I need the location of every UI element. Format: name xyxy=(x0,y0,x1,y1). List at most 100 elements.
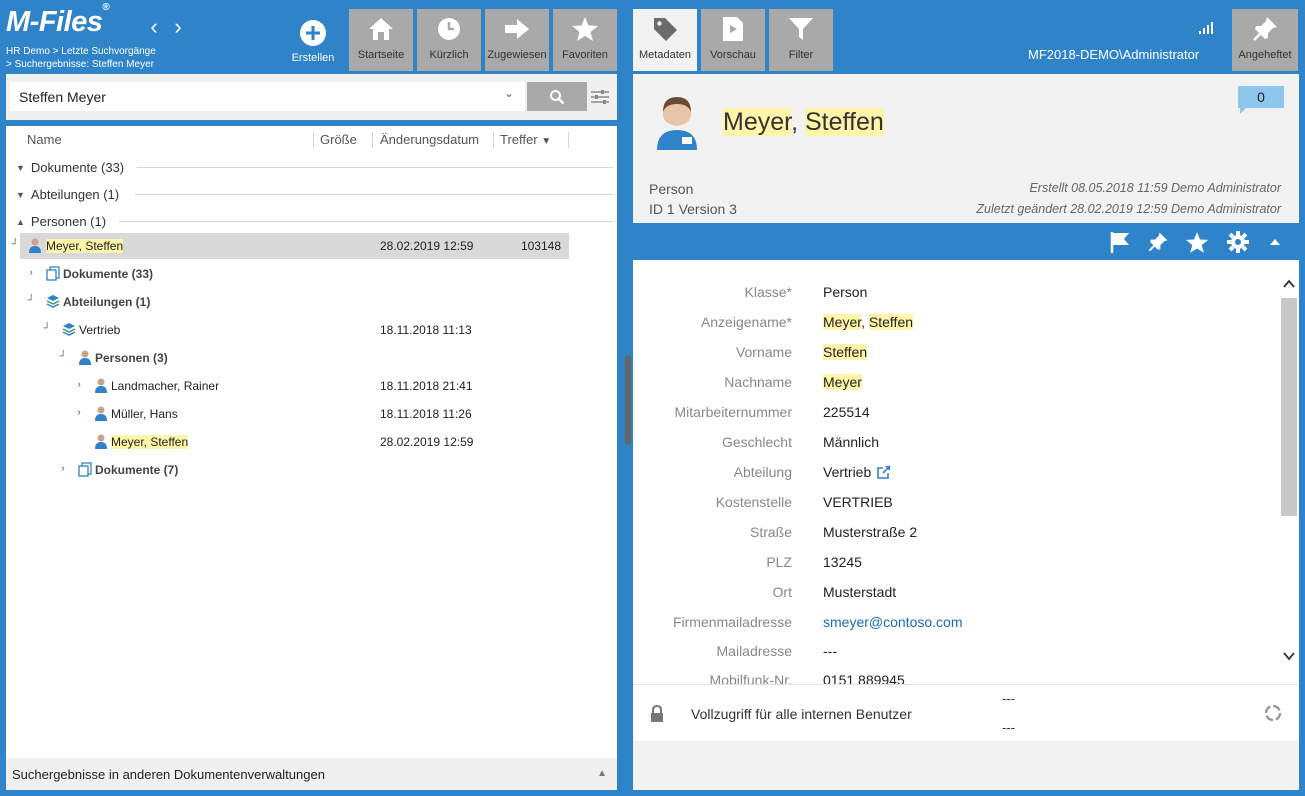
property-zip[interactable]: PLZ 13245 xyxy=(633,547,1273,577)
property-value[interactable]: VERTRIEB xyxy=(823,494,893,510)
expanded-triangle-icon: ▲ xyxy=(16,216,25,227)
list-item-departments[interactable]: ┘ Abteilungen (1) xyxy=(20,289,569,315)
list-item-documents-7[interactable]: › Dokumente (7) xyxy=(20,457,569,483)
current-user-label[interactable]: MF2018-DEMO\Administrator xyxy=(1028,47,1199,62)
property-value[interactable]: Musterstraße 2 xyxy=(823,524,917,540)
property-employee-number[interactable]: Mitarbeiternummer 225514 xyxy=(633,397,1273,427)
home-button[interactable]: Startseite xyxy=(349,9,413,71)
list-item-persons[interactable]: ┘ Personen (3) xyxy=(20,345,569,371)
column-header-modified[interactable]: Änderungsdatum xyxy=(380,132,479,147)
property-value[interactable]: Männlich xyxy=(823,434,879,450)
scroll-down-chevron-icon[interactable] xyxy=(1282,649,1296,663)
tree-expanded-icon[interactable]: ┘ xyxy=(58,351,68,362)
search-options-sliders-icon[interactable] xyxy=(588,84,612,109)
property-last-name[interactable]: Nachname Meyer xyxy=(633,367,1273,397)
scrollbar-thumb[interactable] xyxy=(1281,298,1297,516)
scroll-up-chevron-icon[interactable] xyxy=(1282,277,1296,291)
loading-spinner-icon[interactable] xyxy=(1263,703,1283,723)
search-input[interactable] xyxy=(10,82,525,111)
tree-collapsed-chevron-icon[interactable]: › xyxy=(26,267,36,278)
other-vaults-footer[interactable]: Suchergebnisse in anderen Dokumentenverw… xyxy=(6,758,617,790)
tree-expanded-icon[interactable]: ┘ xyxy=(26,295,36,306)
breadcrumb-line-2[interactable]: > Suchergebnisse: Steffen Meyer xyxy=(6,58,156,71)
property-value[interactable]: 0151 889945 xyxy=(823,672,905,684)
properties-scrollbar[interactable] xyxy=(1279,260,1299,684)
property-company-email[interactable]: Firmenmailadresse smeyer@contoso.com xyxy=(633,607,1273,637)
collapse-up-triangle-icon[interactable] xyxy=(1263,230,1287,254)
property-gender[interactable]: Geschlecht Männlich xyxy=(633,427,1273,457)
property-value[interactable]: 13245 xyxy=(823,554,862,570)
list-item-documents[interactable]: › Dokumente (33) xyxy=(20,261,569,287)
property-value[interactable]: 225514 xyxy=(823,404,870,420)
breadcrumb[interactable]: HR Demo > Letzte Suchvorgänge > Sucherge… xyxy=(6,45,156,71)
property-email[interactable]: Mailadresse --- xyxy=(633,636,1273,666)
tree-expanded-icon[interactable]: ┘ xyxy=(42,323,52,334)
favorite-star-icon[interactable] xyxy=(1185,230,1209,254)
property-value[interactable]: Meyer xyxy=(823,374,862,390)
list-item-vertrieb[interactable]: ┘ Vertrieb 18.11.2018 11:13 xyxy=(20,317,569,343)
list-item-meyer-steffen-nested[interactable]: Meyer, Steffen 28.02.2019 12:59 xyxy=(20,429,569,455)
property-value[interactable]: Steffen xyxy=(823,344,868,360)
create-button[interactable]: Erstellen xyxy=(288,14,338,64)
property-label: Firmenmailadresse xyxy=(672,614,792,630)
property-first-name[interactable]: Vorname Steffen xyxy=(633,337,1273,367)
breadcrumb-line-1[interactable]: HR Demo > Letzte Suchvorgänge xyxy=(6,45,156,58)
favorites-button[interactable]: Favoriten xyxy=(553,9,617,71)
property-value[interactable]: Vertrieb xyxy=(823,464,891,480)
property-display-name[interactable]: Anzeigename* Meyer, Steffen xyxy=(633,307,1273,337)
group-departments[interactable]: ▼ Abteilungen (1) xyxy=(16,187,119,202)
column-separator[interactable] xyxy=(313,132,314,148)
property-mobile[interactable]: Mobilfunk-Nr. 0151 889945 xyxy=(633,665,1273,684)
group-documents[interactable]: ▼ Dokumente (33) xyxy=(16,160,124,175)
tab-filter[interactable]: Filter xyxy=(769,9,833,71)
column-separator[interactable] xyxy=(568,132,569,148)
property-street[interactable]: Straße Musterstraße 2 xyxy=(633,517,1273,547)
property-department[interactable]: Abteilung Vertrieb xyxy=(633,457,1273,487)
column-header-name[interactable]: Name xyxy=(27,132,62,147)
forward-arrow-icon[interactable]: › xyxy=(170,16,186,38)
tree-collapsed-chevron-icon[interactable]: › xyxy=(74,407,84,418)
list-item-mueller-hans[interactable]: › Müller, Hans 18.11.2018 11:26 xyxy=(20,401,569,427)
splitter-grip[interactable] xyxy=(625,355,631,445)
search-button[interactable] xyxy=(527,82,587,111)
column-header-hits[interactable]: Treffer ▼ xyxy=(500,132,551,147)
list-item-meyer-steffen[interactable]: ┘ Meyer, Steffen 28.02.2019 12:59 103148 xyxy=(11,233,569,259)
property-cost-center[interactable]: Kostenstelle VERTRIEB xyxy=(633,487,1273,517)
column-separator[interactable] xyxy=(372,132,373,148)
home-icon xyxy=(369,18,393,40)
tree-collapsed-chevron-icon[interactable]: › xyxy=(58,463,68,474)
column-header-size[interactable]: Größe xyxy=(320,132,357,147)
comments-count-badge[interactable]: 0 xyxy=(1238,86,1284,114)
property-city[interactable]: Ort Musterstadt xyxy=(633,577,1273,607)
permissions-label[interactable]: Vollzugriff für alle internen Benutzer xyxy=(691,706,912,722)
property-label: Anzeigename* xyxy=(700,314,792,330)
tab-metadata[interactable]: Metadaten xyxy=(633,9,697,71)
property-value[interactable]: --- xyxy=(823,643,837,659)
list-item-landmacher-rainer[interactable]: › Landmacher, Rainer 18.11.2018 21:41 xyxy=(20,373,569,399)
property-value[interactable]: Musterstadt xyxy=(823,584,896,600)
tab-preview-label: Vorschau xyxy=(710,49,756,61)
tab-preview[interactable]: Vorschau xyxy=(701,9,765,71)
tree-collapsed-chevron-icon[interactable]: › xyxy=(74,379,84,390)
property-value[interactable]: Meyer, Steffen xyxy=(823,314,914,330)
group-persons[interactable]: ▲ Personen (1) xyxy=(16,214,106,229)
property-value[interactable]: Person xyxy=(823,284,867,300)
recent-button[interactable]: Kürzlich xyxy=(417,9,481,71)
list-item-label: Dokumente (33) xyxy=(63,267,154,281)
pin-icon[interactable] xyxy=(1146,230,1170,254)
pinned-button[interactable]: Angeheftet xyxy=(1232,9,1298,71)
back-arrow-icon[interactable]: ‹ xyxy=(146,16,162,38)
property-class[interactable]: Klasse* Person xyxy=(633,277,1273,307)
search-history-chevron-icon[interactable]: ⌄ xyxy=(504,86,514,100)
assigned-button[interactable]: Zugewiesen xyxy=(485,9,549,71)
collapsed-triangle-icon: ▼ xyxy=(16,189,25,200)
open-external-icon[interactable] xyxy=(877,465,891,479)
list-item-label: Meyer, Steffen xyxy=(111,435,189,449)
gear-icon[interactable] xyxy=(1226,230,1250,254)
property-email-link[interactable]: smeyer@contoso.com xyxy=(823,614,962,630)
workflow-flag-icon[interactable] xyxy=(1108,230,1132,254)
expand-up-triangle-icon[interactable]: ▲ xyxy=(597,768,607,779)
permissions-row[interactable]: Vollzugriff für alle internen Benutzer -… xyxy=(633,684,1299,741)
tree-expanded-icon[interactable]: ┘ xyxy=(10,239,20,250)
column-separator[interactable] xyxy=(493,132,494,148)
